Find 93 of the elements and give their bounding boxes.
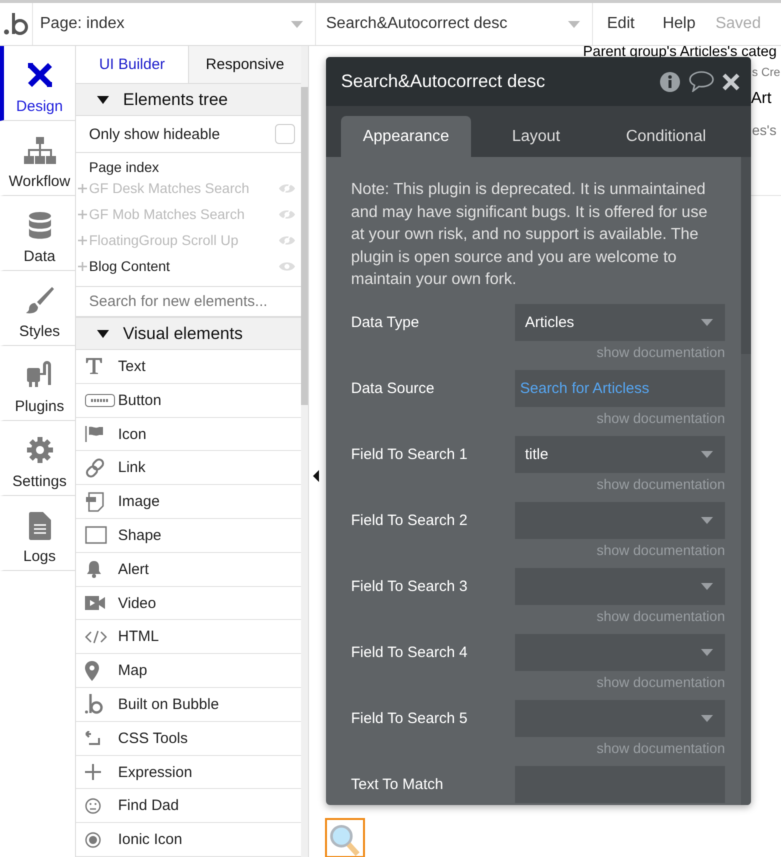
- document-icon: [28, 512, 50, 540]
- dialog-tab[interactable]: Conditional: [601, 116, 731, 157]
- deprecation-note: Note: This plugin is deprecated. It is unmaintained and may have significant bugs. It is offered for use at your own risk, and no support is available. The plugin is open source and you are welcome to maintain your own fork.: [351, 180, 708, 290]
- field-label: Data Type: [351, 314, 420, 330]
- caret-icon: [291, 20, 303, 28]
- flag-icon: [85, 426, 105, 442]
- element-item[interactable]: Image: [76, 485, 301, 520]
- eye-slash-icon[interactable]: [279, 234, 295, 246]
- field-label: Data Source: [351, 380, 436, 396]
- element-item[interactable]: Map: [76, 654, 301, 688]
- bell-icon: [85, 560, 103, 578]
- nav-item[interactable]: Plugins: [0, 346, 75, 421]
- panel-tab[interactable]: Responsive: [188, 46, 301, 84]
- comment-icon[interactable]: [689, 71, 714, 92]
- dropdown[interactable]: [515, 568, 725, 604]
- dropdown[interactable]: [515, 634, 725, 670]
- map-pin-icon: [85, 660, 99, 681]
- caret-icon: [701, 318, 713, 326]
- canvas-text: Art: [751, 90, 772, 108]
- dropdown[interactable]: Articles: [515, 304, 725, 340]
- element-item[interactable]: Video: [76, 586, 301, 620]
- checkbox[interactable]: [275, 124, 295, 144]
- dialog-tab[interactable]: Appearance: [341, 116, 471, 157]
- nav-item[interactable]: Settings: [0, 421, 75, 496]
- sad-face-icon: [85, 798, 101, 814]
- chain-link-icon: [85, 458, 105, 478]
- plus-icon: [85, 764, 101, 780]
- section-header[interactable]: Visual elements: [76, 317, 301, 350]
- canvas-text: es's: [752, 122, 776, 138]
- menu-item[interactable]: Help: [648, 3, 710, 45]
- element-item[interactable]: Built on Bubble: [76, 688, 301, 722]
- field-label: Field To Search 2: [351, 512, 468, 528]
- section-header[interactable]: Elements tree: [76, 83, 301, 116]
- nav-item[interactable]: Data: [0, 196, 75, 271]
- expand-plus-icon[interactable]: [78, 262, 87, 271]
- b-logo-icon: [85, 694, 103, 714]
- element-item[interactable]: Button: [76, 384, 301, 418]
- info-icon[interactable]: [659, 70, 681, 92]
- close-icon[interactable]: [722, 72, 740, 90]
- eye-slash-icon[interactable]: [279, 182, 295, 194]
- expand-plus-icon[interactable]: [78, 210, 87, 219]
- caret-icon: [701, 450, 713, 458]
- return-arrow-icon: [85, 731, 101, 746]
- dialog-title: Search&Autocorrect desc: [341, 71, 546, 92]
- nav-item[interactable]: Styles: [0, 271, 75, 346]
- dropdown[interactable]: title: [515, 436, 725, 472]
- collapse-handle-icon[interactable]: [313, 470, 319, 482]
- code-icon: [85, 630, 107, 644]
- target-icon: [85, 832, 101, 848]
- caret-icon: [701, 714, 713, 722]
- sitemap-icon: [22, 137, 56, 165]
- caret-icon: [701, 648, 713, 656]
- letter-t-icon: [85, 357, 103, 376]
- tree-root[interactable]: Page index: [76, 153, 301, 176]
- element-item[interactable]: Link: [76, 451, 301, 486]
- field-label: Field To Search 1: [351, 446, 468, 462]
- eye-icon[interactable]: [279, 260, 295, 272]
- element-item[interactable]: Shape: [76, 519, 301, 553]
- field-label: Field To Search 3: [351, 578, 468, 594]
- element-item[interactable]: Icon: [76, 418, 301, 452]
- magnifier-icon[interactable]: [325, 818, 365, 857]
- element-item[interactable]: Ionic Icon: [76, 823, 301, 857]
- nav-item[interactable]: Logs: [0, 496, 75, 571]
- field-label: Text To Match: [351, 776, 444, 792]
- settings-icon: [24, 435, 54, 465]
- menu-item[interactable]: Edit: [593, 3, 649, 45]
- nav-item[interactable]: Workflow: [0, 121, 75, 196]
- caret-icon: [701, 582, 713, 590]
- database-icon: [28, 212, 52, 240]
- field-label: Field To Search 5: [351, 710, 468, 726]
- click-button-icon: [85, 394, 115, 407]
- image-file-icon: [85, 492, 105, 512]
- scrollbar-thumb[interactable]: [301, 87, 308, 405]
- bubble-logo: [4, 13, 28, 35]
- rectangle-icon: [85, 526, 107, 544]
- element-item[interactable]: Text: [76, 350, 301, 384]
- save-status: Saved: [714, 14, 762, 34]
- element-item[interactable]: Alert: [76, 552, 301, 587]
- eye-slash-icon[interactable]: [279, 208, 295, 220]
- scrollbar-thumb[interactable]: [741, 157, 751, 354]
- caret-icon: [568, 20, 580, 28]
- canvas-text: s Cre: [752, 65, 780, 79]
- field-label: Field To Search 4: [351, 644, 468, 660]
- tree-item[interactable]: Blog Content: [89, 258, 279, 274]
- caret-icon: [701, 516, 713, 524]
- paintbrush-icon: [24, 285, 54, 315]
- expand-plus-icon[interactable]: [78, 184, 87, 193]
- dropdown[interactable]: [515, 502, 725, 538]
- dropdown[interactable]: [515, 700, 725, 736]
- video-camera-icon: [85, 596, 105, 610]
- expand-plus-icon[interactable]: [78, 236, 87, 245]
- dialog-tab[interactable]: Layout: [471, 116, 601, 157]
- filter-label: Only show hideable: [89, 126, 220, 143]
